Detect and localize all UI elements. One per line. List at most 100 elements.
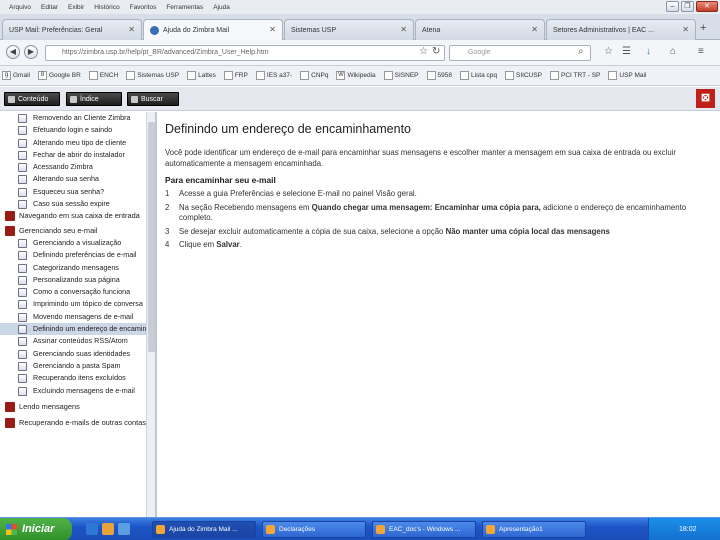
- start-button[interactable]: Iniciar: [0, 518, 72, 540]
- zimbra-logo-icon[interactable]: ⊠: [696, 89, 715, 108]
- tree-item[interactable]: Personalizando sua página: [0, 274, 146, 286]
- sidebar-scrollbar[interactable]: [146, 112, 155, 517]
- index-button[interactable]: Índice: [66, 92, 122, 106]
- forward-icon[interactable]: ▶: [24, 45, 38, 59]
- tree-group-retrieving[interactable]: Recuperando e-mails de outras contas: [0, 417, 146, 429]
- tree-item[interactable]: Movendo mensagens de e-mail: [0, 311, 146, 323]
- tree-item[interactable]: Recuperando itens excluídos: [0, 372, 146, 384]
- reload-icon[interactable]: ↻: [432, 46, 440, 57]
- close-tab-icon[interactable]: ✕: [128, 25, 135, 34]
- search-button[interactable]: Buscar: [127, 92, 179, 106]
- menu-bar: Arquivo Editar Exibir Histórico Favorito…: [0, 0, 720, 14]
- tree-item[interactable]: Excluindo mensagens de e-mail: [0, 385, 146, 397]
- new-tab-icon[interactable]: +: [700, 22, 706, 34]
- window-controls: – ❐ ✕: [666, 1, 718, 12]
- ie-icon[interactable]: [86, 523, 98, 535]
- bookmark-item[interactable]: CNPq: [300, 71, 328, 80]
- search-field[interactable]: Google: [449, 45, 591, 61]
- bookmark-item[interactable]: PCI TRT - SP: [550, 71, 600, 80]
- bookmark-item[interactable]: SISNEP: [383, 71, 419, 80]
- taskbar-item-powerpoint[interactable]: Apresentação1: [482, 521, 586, 538]
- back-icon[interactable]: ◀: [6, 45, 20, 59]
- taskbar-item-word[interactable]: EAC_doc's - Windows ...: [372, 521, 476, 538]
- tree-item[interactable]: Gerenciando a visualização: [0, 237, 146, 249]
- tree-item[interactable]: Fechar de abrir do instalador: [0, 149, 146, 161]
- bookmark-item[interactable]: Lista cpq: [459, 71, 497, 80]
- tree-item[interactable]: Assinar conteúdos RSS/Atom: [0, 335, 146, 347]
- menu-historico[interactable]: Histórico: [89, 4, 124, 11]
- tree-item[interactable]: Categorizando mensagens: [0, 262, 146, 274]
- menu-icon[interactable]: ≡: [698, 46, 704, 57]
- tab-zimbra-help[interactable]: Ajuda do Zimbra Mail ✕: [143, 19, 283, 41]
- tree-item[interactable]: Gerenciando a pasta Spam: [0, 360, 146, 372]
- tree-item[interactable]: Como a conversação funciona: [0, 286, 146, 298]
- bookmark-star-icon[interactable]: ☆: [604, 46, 613, 57]
- bookmark-item[interactable]: ENCH: [88, 71, 118, 80]
- tab-bar: USP Mail: Preferências: Geral ✕ Ajuda do …: [0, 14, 720, 41]
- tab-sistemas-usp[interactable]: Sistemas USP ✕: [284, 19, 414, 40]
- bookmark-item[interactable]: 8 Google BR: [37, 71, 81, 80]
- bookmarks-list-icon[interactable]: ☰: [622, 46, 631, 57]
- menu-ferramentas[interactable]: Ferramentas: [161, 4, 208, 11]
- menu-ajuda[interactable]: Ajuda: [208, 4, 235, 11]
- bookmark-item[interactable]: g Gmail: [2, 71, 30, 80]
- tab-usp-mail[interactable]: USP Mail: Preferências: Geral ✕: [2, 19, 142, 40]
- taskbar-item-declaracoes[interactable]: Declarações: [262, 521, 366, 538]
- tree-item[interactable]: Alterando meu tipo de cliente: [0, 137, 146, 149]
- tree-item[interactable]: Imprimindo um tópico de conversa: [0, 298, 146, 310]
- bookmark-label: Wikipedia: [347, 72, 376, 79]
- tree-group-managing-email[interactable]: Gerenciando seu e-mail: [0, 225, 146, 237]
- tree-item-label: Movendo mensagens de e-mail: [33, 311, 134, 321]
- clock[interactable]: 18:02: [679, 526, 697, 533]
- tree-item-label: Gerenciando a visualização: [33, 237, 122, 247]
- step-bold-text: Quando chegar uma mensagem: Encaminhar u…: [311, 202, 541, 212]
- scrollbar-thumb[interactable]: [148, 122, 155, 352]
- media-player-icon[interactable]: [118, 523, 130, 535]
- tree-item-selected[interactable]: Definindo um endereço de encaminhamento: [0, 323, 146, 336]
- tab-atena[interactable]: Atena ✕: [415, 19, 545, 40]
- download-icon[interactable]: ↓: [646, 46, 651, 57]
- tree-item[interactable]: Acessando Zimbra: [0, 161, 146, 173]
- taskbar-item-firefox[interactable]: Ajuda do Zimbra Mail ...: [152, 521, 256, 538]
- tree-item-label: Gerenciando suas identidades: [33, 348, 131, 358]
- bookmark-item[interactable]: Sistemas USP: [126, 71, 179, 80]
- menu-exibir[interactable]: Exibir: [63, 4, 89, 11]
- close-tab-icon[interactable]: ✕: [531, 25, 538, 34]
- folder-icon[interactable]: [102, 523, 114, 535]
- close-tab-icon[interactable]: ✕: [400, 25, 407, 34]
- search-icon[interactable]: ⌕: [578, 46, 584, 57]
- tree-item[interactable]: Gerenciando suas identidades: [0, 348, 146, 360]
- tree-item[interactable]: Alterando sua senha: [0, 173, 146, 185]
- bookmark-item[interactable]: SIICUSP: [505, 71, 542, 80]
- menu-arquivo[interactable]: Arquivo: [4, 4, 36, 11]
- url-field[interactable]: https://zimbra.usp.br/help/pt_BR/advance…: [45, 45, 445, 61]
- search-placeholder: Google: [468, 49, 491, 56]
- bookmark-item[interactable]: FRP: [223, 71, 248, 80]
- close-tab-icon[interactable]: ✕: [682, 25, 689, 34]
- minimize-button[interactable]: –: [666, 1, 679, 12]
- bookmark-item[interactable]: Lattes: [187, 71, 216, 80]
- tree-item[interactable]: Caso sua sessão expire: [0, 198, 146, 210]
- page-icon: [18, 263, 27, 273]
- tree-group-navigating[interactable]: Navegando em sua caixa de entrada: [0, 210, 146, 222]
- bookmark-item[interactable]: USP Mail: [608, 71, 646, 80]
- contents-button[interactable]: Conteúdo: [4, 92, 60, 106]
- bookmark-item[interactable]: W Wikipedia: [336, 71, 376, 80]
- menu-favoritos[interactable]: Favoritos: [125, 4, 162, 11]
- tree-group-reading[interactable]: Lendo mensagens: [0, 401, 146, 413]
- cnpq-icon: [300, 71, 310, 80]
- close-window-button[interactable]: ✕: [696, 1, 718, 12]
- bookmark-item[interactable]: 5958: [426, 71, 452, 80]
- tree-item[interactable]: Esqueceu sua senha?: [0, 186, 146, 198]
- wikipedia-icon: W: [336, 71, 346, 80]
- close-tab-icon[interactable]: ✕: [269, 25, 276, 34]
- tree-item[interactable]: Removendo an Cliente Zimbra: [0, 112, 146, 124]
- bookmark-star-icon[interactable]: ☆: [419, 46, 428, 57]
- restore-button[interactable]: ❐: [681, 1, 694, 12]
- bookmark-item[interactable]: IES a37-: [255, 71, 292, 80]
- home-icon[interactable]: ⌂: [670, 46, 676, 57]
- menu-editar[interactable]: Editar: [36, 4, 63, 11]
- tab-setores[interactable]: Setores Administrativos | EAC ... ✕: [546, 19, 696, 40]
- tree-item[interactable]: Definindo preferências de e-mail: [0, 249, 146, 261]
- tree-item[interactable]: Efetuando login e saindo: [0, 124, 146, 136]
